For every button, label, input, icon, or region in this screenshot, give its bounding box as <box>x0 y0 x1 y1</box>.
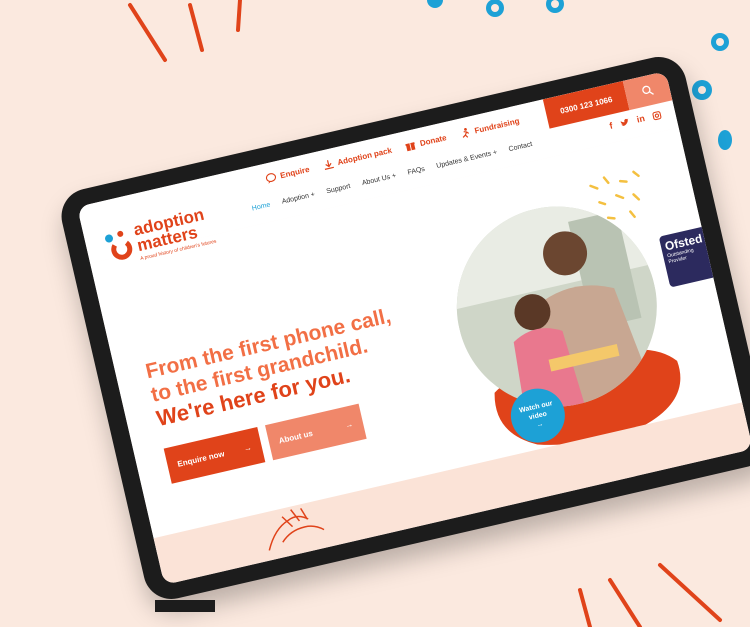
fundraising-label: Fundraising <box>473 116 521 136</box>
nav-label-about-us: About Us <box>361 173 391 188</box>
logo-figures-icon <box>105 230 133 260</box>
stylus-pencil <box>155 600 215 612</box>
nav-item-home[interactable]: Home <box>251 201 271 212</box>
arrow-right-icon: → <box>535 420 545 429</box>
facebook-icon[interactable]: f <box>608 121 613 131</box>
donate-label: Donate <box>418 133 448 149</box>
search-icon <box>642 85 654 95</box>
decorative-lines-top <box>128 0 242 62</box>
fundraising-link[interactable]: Fundraising <box>459 115 521 139</box>
instagram-icon[interactable] <box>651 110 662 121</box>
expand-plus-icon: + <box>492 149 498 157</box>
expand-plus-icon: + <box>310 191 316 199</box>
running-icon <box>463 127 470 138</box>
download-icon <box>324 160 334 170</box>
twitter-icon[interactable] <box>619 117 630 128</box>
nav-label-faqs: FAQs <box>407 165 426 177</box>
enquire-now-label: Enquire now <box>176 448 226 469</box>
nav-item-adoption[interactable]: Adoption+ <box>281 191 315 205</box>
arrow-right-icon: → <box>344 419 354 430</box>
nav-item-contact[interactable]: Contact <box>508 141 533 153</box>
search-button[interactable] <box>622 71 673 111</box>
nav-item-updates-events[interactable]: Updates & Events+ <box>436 149 498 170</box>
arrow-right-icon: → <box>242 442 253 454</box>
about-body: Aliquam erat volutpat. Ut wisi enim ad m… <box>289 561 422 585</box>
adoption-pack-link[interactable]: Adoption pack <box>322 145 393 172</box>
nav-label-contact: Contact <box>508 140 534 154</box>
decorative-dots-top <box>427 0 564 17</box>
website-screen: adoption matters A proud history of chil… <box>77 71 750 585</box>
tablet-device: adoption matters A proud history of chil… <box>55 51 750 605</box>
enquire-link[interactable]: Enquire <box>264 164 310 185</box>
about-us-label: About us <box>277 428 314 445</box>
decorative-lines-bottom <box>578 563 722 627</box>
chat-icon <box>265 173 277 184</box>
nav-label-home: Home <box>251 201 272 213</box>
nav-label-support: Support <box>325 182 352 196</box>
enquire-label: Enquire <box>279 164 311 181</box>
heart-hands-illustration <box>471 513 519 557</box>
nav-item-faqs[interactable]: FAQs <box>407 166 426 177</box>
adoption-pack-label: Adoption pack <box>336 145 393 168</box>
donate-link[interactable]: Donate <box>404 132 448 152</box>
linkedin-icon[interactable]: in <box>636 113 646 125</box>
nav-item-about-us[interactable]: About Us+ <box>361 172 397 187</box>
scene: adoption matters A proud history of chil… <box>0 0 750 627</box>
expand-plus-icon: + <box>391 172 397 181</box>
ofsted-badge: Ofsted Outstanding Provider <box>658 225 720 288</box>
nav-item-support[interactable]: Support <box>326 183 351 195</box>
gift-icon <box>405 142 416 152</box>
nav-label-adoption: Adoption <box>281 192 310 206</box>
nav-label-updates-events: Updates & Events <box>435 150 492 170</box>
